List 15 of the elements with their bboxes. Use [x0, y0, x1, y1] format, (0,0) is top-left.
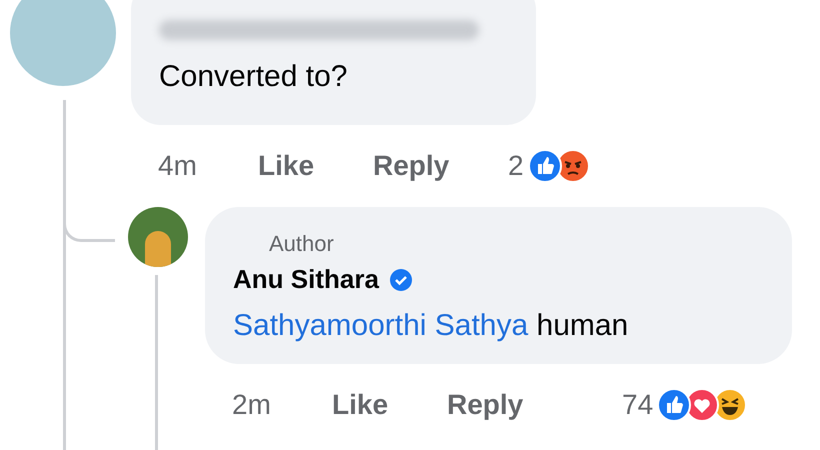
reply-link[interactable]: Reply	[447, 384, 572, 426]
reaction-count: 2	[508, 149, 524, 183]
reply-link[interactable]: Reply	[373, 145, 498, 187]
comment-time: 4m	[158, 149, 198, 183]
author-name[interactable]: Anu Sithara	[233, 260, 379, 299]
mention-link[interactable]: Sathyamoorthi Sathya	[233, 309, 528, 342]
like-reaction-icon	[528, 149, 562, 183]
like-link[interactable]: Like	[332, 384, 447, 426]
like-reaction-icon	[657, 388, 692, 422]
reply-text: Sathyamoorthi Sathya human	[233, 308, 630, 344]
comment-time: 2m	[232, 388, 272, 422]
comment-text: Converted to?	[159, 59, 348, 95]
like-link[interactable]: Like	[258, 145, 373, 187]
author-label: Author	[268, 230, 335, 258]
reaction-count: 74	[622, 388, 654, 422]
